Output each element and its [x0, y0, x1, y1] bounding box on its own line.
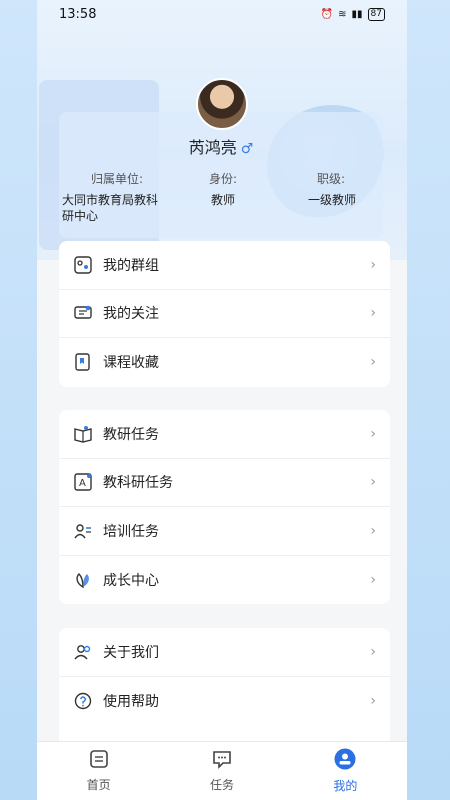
alarm-icon: ⏰ — [320, 8, 334, 20]
svg-text:A: A — [79, 478, 86, 489]
task-icon — [212, 749, 232, 773]
science-task-icon: A — [73, 472, 93, 492]
profile-info-card: 芮鸿亮 ♂ 归属单位: 身份: 职级: 大同市教育局教科研中心 教师 一级教师 — [59, 112, 383, 238]
role-value: 教师 — [211, 193, 236, 207]
menu-group-other: 关于我们 › 使用帮助 › — [59, 628, 390, 758]
tab-me[interactable]: 我的 — [284, 742, 407, 800]
home-icon — [89, 749, 109, 773]
chevron-right-icon: › — [370, 522, 376, 539]
wifi-icon: ≋ — [338, 8, 347, 20]
status-icons: ⏰ ≋ ▮▮ 87 — [320, 7, 385, 21]
group-icon — [73, 255, 93, 275]
growth-icon — [73, 570, 93, 590]
about-icon — [73, 642, 93, 662]
chevron-right-icon: › — [370, 305, 376, 322]
status-bar: 13:58 ⏰ ≋ ▮▮ 87 — [37, 0, 407, 28]
tab-label: 任务 — [209, 778, 234, 792]
menu-item-growth-center[interactable]: 成长中心 › — [59, 556, 390, 605]
help-icon — [73, 691, 93, 711]
menu-label: 成长中心 — [103, 572, 159, 589]
research-task-icon — [73, 424, 93, 444]
unit-value: 大同市教育局教科研中心 — [62, 193, 159, 223]
menu-label: 教科研任务 — [103, 475, 173, 492]
menu-item-training-task[interactable]: 培训任务 › — [59, 507, 390, 556]
avatar[interactable] — [196, 78, 248, 130]
chevron-right-icon: › — [370, 256, 376, 273]
bottom-tab-bar: 首页 任务 我的 — [37, 741, 407, 800]
menu-item-about-us[interactable]: 关于我们 › — [59, 628, 390, 677]
me-icon — [334, 748, 356, 774]
menu-item-help[interactable]: 使用帮助 › — [59, 677, 390, 726]
menu-label: 教研任务 — [103, 426, 159, 443]
menu-item-course-favorites[interactable]: 课程收藏 › — [59, 338, 390, 387]
phone-screen: 13:58 ⏰ ≋ ▮▮ 87 芮鸿亮 ♂ 归属单位: 身份: 职级: 大同市教育… — [37, 0, 407, 800]
male-icon: ♂ — [240, 141, 254, 157]
chevron-right-icon: › — [370, 571, 376, 588]
menu-label: 使用帮助 — [103, 693, 159, 710]
menu-label: 培训任务 — [103, 523, 159, 540]
chevron-right-icon: › — [370, 643, 376, 660]
signal-icon: ▮▮ — [351, 8, 363, 20]
unit-label: 归属单位: — [91, 172, 144, 186]
tab-home[interactable]: 首页 — [37, 742, 160, 800]
training-task-icon — [73, 521, 93, 541]
follow-icon — [73, 303, 93, 323]
menu-group-personal: 我的群组 › 我的关注 › 课程收藏 › — [59, 241, 390, 387]
menu-label: 关于我们 — [103, 644, 159, 661]
status-time: 13:58 — [59, 6, 97, 22]
role-label: 身份: — [209, 172, 238, 186]
menu-item-my-follows[interactable]: 我的关注 › — [59, 290, 390, 338]
menu-label: 我的关注 — [103, 306, 159, 323]
title-label: 职级: — [317, 172, 346, 186]
tab-label: 首页 — [86, 778, 111, 792]
tab-tasks[interactable]: 任务 — [160, 742, 283, 800]
profile-name-row: 芮鸿亮 ♂ — [59, 134, 383, 158]
menu-label: 我的群组 — [103, 257, 159, 274]
menu-item-science-task[interactable]: A 教科研任务 › — [59, 459, 390, 507]
chevron-right-icon: › — [370, 354, 376, 371]
chevron-right-icon: › — [370, 692, 376, 709]
tab-label: 我的 — [333, 779, 358, 793]
chevron-right-icon: › — [370, 425, 376, 442]
menu-item-research-task[interactable]: 教研任务 › — [59, 410, 390, 459]
chevron-right-icon: › — [370, 474, 376, 491]
battery-icon: 87 — [367, 7, 385, 21]
collect-icon — [73, 352, 93, 372]
menu-label: 课程收藏 — [103, 355, 159, 372]
menu-group-tasks: 教研任务 › A 教科研任务 › 培训任务 › 成长中心 › — [59, 410, 390, 604]
title-value: 一级教师 — [308, 193, 357, 207]
profile-name: 芮鸿亮 — [188, 138, 237, 157]
menu-item-my-groups[interactable]: 我的群组 › — [59, 241, 390, 290]
